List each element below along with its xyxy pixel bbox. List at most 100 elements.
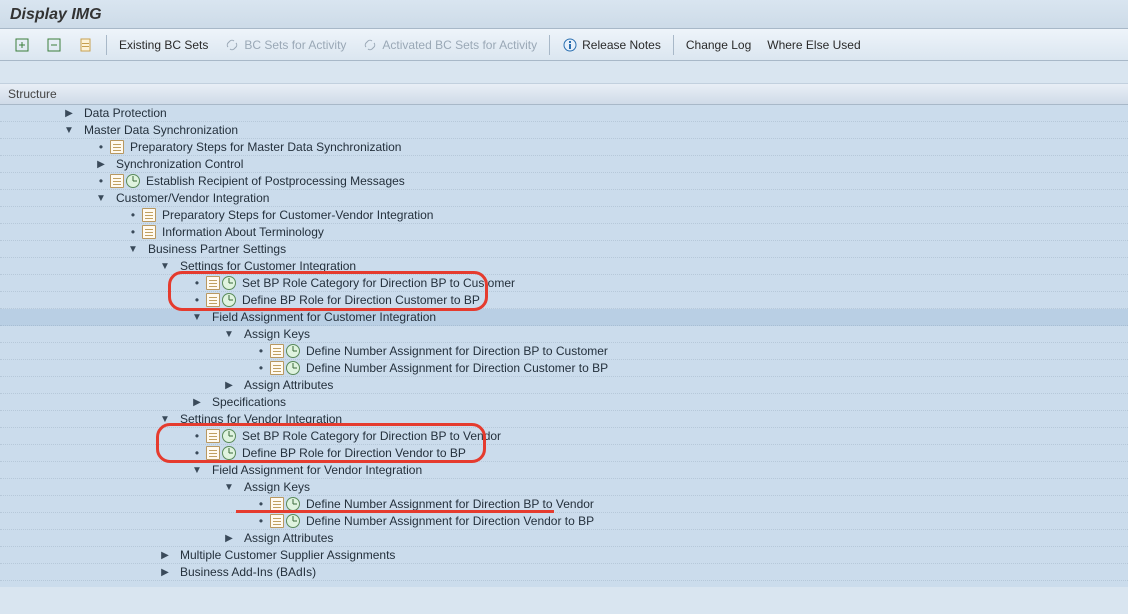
tree-row[interactable]: ▶ Business Add-Ins (BAdIs): [0, 564, 1128, 581]
node-label[interactable]: Master Data Synchronization: [80, 123, 238, 137]
tree-row[interactable]: •Set BP Role Category for Direction BP t…: [0, 428, 1128, 445]
collapse-icon[interactable]: ▼: [126, 244, 140, 255]
tree-row[interactable]: •Preparatory Steps for Customer-Vendor I…: [0, 207, 1128, 224]
tree-row[interactable]: ▼ Master Data Synchronization: [0, 122, 1128, 139]
node-label[interactable]: Define Number Assignment for Direction B…: [302, 344, 608, 358]
node-label[interactable]: Define Number Assignment for Direction V…: [302, 514, 594, 528]
node-label[interactable]: Set BP Role Category for Direction BP to…: [238, 429, 501, 443]
existing-bc-sets-button[interactable]: Existing BC Sets: [113, 36, 214, 54]
expand-icon[interactable]: ▶: [222, 380, 236, 391]
expand-icon[interactable]: ▶: [94, 159, 108, 170]
bc-sets-for-activity-button[interactable]: BC Sets for Activity: [218, 35, 352, 55]
tree-row[interactable]: •Define Number Assignment for Direction …: [0, 496, 1128, 513]
node-label[interactable]: Settings for Customer Integration: [176, 259, 356, 273]
activated-bc-sets-button[interactable]: Activated BC Sets for Activity: [356, 35, 543, 55]
img-activity-doc-icon[interactable]: [270, 514, 284, 528]
execute-icon[interactable]: [286, 344, 300, 358]
expand-icon[interactable]: ▶: [158, 550, 172, 561]
execute-icon[interactable]: [286, 497, 300, 511]
img-activity-doc-icon[interactable]: [206, 446, 220, 460]
tree-row[interactable]: ▼ Customer/Vendor Integration: [0, 190, 1128, 207]
find-button[interactable]: [72, 35, 100, 55]
tree-row[interactable]: •Define Number Assignment for Direction …: [0, 343, 1128, 360]
node-label[interactable]: Multiple Customer Supplier Assignments: [176, 548, 395, 562]
img-activity-doc-icon[interactable]: [206, 293, 220, 307]
tree-row[interactable]: •Define Number Assignment for Direction …: [0, 360, 1128, 377]
node-label[interactable]: Synchronization Control: [112, 157, 243, 171]
tree-row[interactable]: ▼ Business Partner Settings: [0, 241, 1128, 258]
node-label[interactable]: Set BP Role Category for Direction BP to…: [238, 276, 515, 290]
tree-row[interactable]: ▶Specifications: [0, 394, 1128, 411]
node-label[interactable]: Define Number Assignment for Direction C…: [302, 361, 608, 375]
tree[interactable]: ▶ Data Protection ▼ Master Data Synchroniza…: [0, 105, 1128, 587]
node-label[interactable]: Customer/Vendor Integration: [112, 191, 269, 205]
collapse-icon[interactable]: ▼: [190, 465, 204, 476]
tree-row[interactable]: •Set BP Role Category for Direction BP t…: [0, 275, 1128, 292]
node-label[interactable]: Preparatory Steps for Customer-Vendor In…: [158, 208, 433, 222]
img-activity-doc-icon[interactable]: [270, 344, 284, 358]
node-label[interactable]: Define Number Assignment for Direction B…: [302, 497, 594, 511]
execute-icon[interactable]: [286, 361, 300, 375]
img-activity-doc-icon[interactable]: [206, 276, 220, 290]
tree-row[interactable]: ▼Settings for Vendor Integration: [0, 411, 1128, 428]
tree-row[interactable]: •Define BP Role for Direction Customer t…: [0, 292, 1128, 309]
execute-icon[interactable]: [286, 514, 300, 528]
node-label[interactable]: Assign Attributes: [240, 378, 333, 392]
node-label[interactable]: Field Assignment for Vendor Integration: [208, 463, 422, 477]
collapse-icon[interactable]: ▼: [158, 261, 172, 272]
node-label[interactable]: Preparatory Steps for Master Data Synchr…: [126, 140, 401, 154]
node-label[interactable]: Assign Keys: [240, 480, 310, 494]
node-label[interactable]: Information About Terminology: [158, 225, 324, 239]
tree-row[interactable]: •Preparatory Steps for Master Data Synch…: [0, 139, 1128, 156]
node-label[interactable]: Business Partner Settings: [144, 242, 286, 256]
collapse-subtree-button[interactable]: [40, 35, 68, 55]
node-label[interactable]: Data Protection: [80, 106, 167, 120]
release-notes-button[interactable]: Release Notes: [556, 35, 667, 55]
expand-icon[interactable]: ▶: [222, 533, 236, 544]
execute-icon[interactable]: [126, 174, 140, 188]
tree-row[interactable]: ▼ Assign Keys: [0, 479, 1128, 496]
img-activity-doc-icon[interactable]: [270, 361, 284, 375]
expand-icon[interactable]: ▶: [62, 108, 76, 119]
tree-row[interactable]: ▼ Settings for Customer Integration: [0, 258, 1128, 275]
node-label[interactable]: Define BP Role for Direction Vendor to B…: [238, 446, 466, 460]
node-label[interactable]: Establish Recipient of Postprocessing Me…: [142, 174, 405, 188]
change-log-button[interactable]: Change Log: [680, 36, 757, 54]
img-activity-doc-icon[interactable]: [142, 208, 156, 222]
tree-row[interactable]: ▶ Data Protection: [0, 105, 1128, 122]
collapse-icon[interactable]: ▼: [222, 482, 236, 493]
execute-icon[interactable]: [222, 293, 236, 307]
expand-subtree-button[interactable]: [8, 35, 36, 55]
node-label[interactable]: Assign Attributes: [240, 531, 333, 545]
collapse-icon[interactable]: ▼: [190, 312, 204, 323]
node-label[interactable]: Field Assignment for Customer Integratio…: [208, 310, 436, 324]
tree-row[interactable]: ▶ Assign Attributes: [0, 377, 1128, 394]
img-activity-doc-icon[interactable]: [142, 225, 156, 239]
img-activity-doc-icon[interactable]: [110, 140, 124, 154]
tree-row[interactable]: •Define Number Assignment for Direction …: [0, 513, 1128, 530]
collapse-icon[interactable]: ▼: [94, 193, 108, 204]
tree-row[interactable]: ▼ Assign Keys: [0, 326, 1128, 343]
collapse-icon[interactable]: ▼: [62, 125, 76, 136]
execute-icon[interactable]: [222, 276, 236, 290]
img-activity-doc-icon[interactable]: [270, 497, 284, 511]
img-activity-doc-icon[interactable]: [206, 429, 220, 443]
node-label[interactable]: Assign Keys: [240, 327, 310, 341]
node-label[interactable]: Business Add-Ins (BAdIs): [176, 565, 316, 579]
node-label[interactable]: Settings for Vendor Integration: [176, 412, 342, 426]
expand-icon[interactable]: ▶: [158, 567, 172, 578]
node-label[interactable]: Specifications: [208, 395, 286, 409]
execute-icon[interactable]: [222, 446, 236, 460]
tree-row[interactable]: ▶ Multiple Customer Supplier Assignments: [0, 547, 1128, 564]
img-activity-doc-icon[interactable]: [110, 174, 124, 188]
tree-row[interactable]: ▶ Synchronization Control: [0, 156, 1128, 173]
tree-row[interactable]: •Information About Terminology: [0, 224, 1128, 241]
tree-row[interactable]: ▼ Field Assignment for Customer Integrati…: [0, 309, 1128, 326]
collapse-icon[interactable]: ▼: [222, 329, 236, 340]
tree-row[interactable]: ▶ Assign Attributes: [0, 530, 1128, 547]
node-label[interactable]: Define BP Role for Direction Customer to…: [238, 293, 480, 307]
tree-row[interactable]: •Define BP Role for Direction Vendor to …: [0, 445, 1128, 462]
tree-row[interactable]: •Establish Recipient of Postprocessing M…: [0, 173, 1128, 190]
execute-icon[interactable]: [222, 429, 236, 443]
where-else-used-button[interactable]: Where Else Used: [761, 36, 866, 54]
